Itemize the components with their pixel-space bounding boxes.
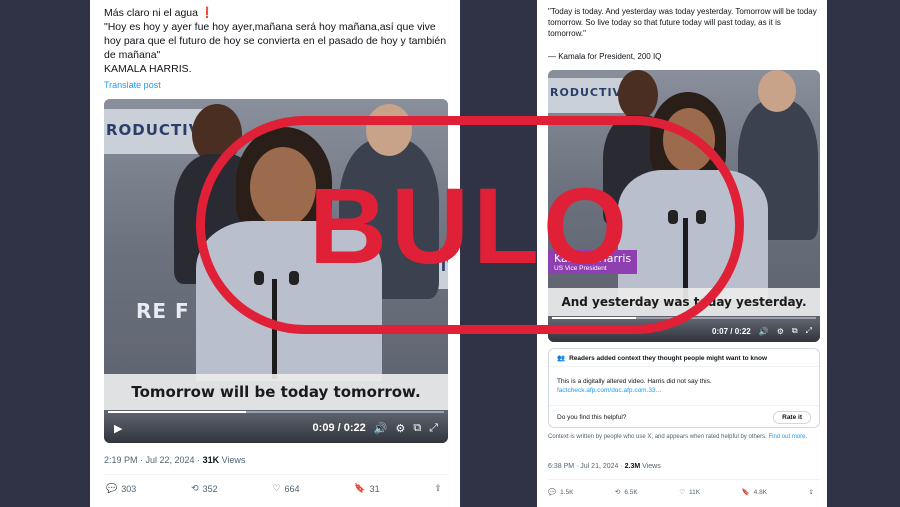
community-note-header: 👥 Readers added context they thought peop…	[549, 349, 819, 367]
bulo-stamp: BULO	[196, 116, 744, 334]
reply-button[interactable]: 💬 303	[106, 484, 136, 494]
repost-count: 6.5K	[624, 488, 638, 496]
helpful-question: Do you find this helpful?	[557, 414, 627, 421]
divider	[548, 479, 820, 480]
bookmark-button[interactable]: 🔖 31	[354, 484, 379, 494]
community-note-title: Readers added context they thought peopl…	[569, 355, 767, 362]
video-time: 0:09 / 0:22	[312, 422, 366, 434]
bookmark-icon: 🔖	[741, 488, 750, 496]
right-tweet-body: "Today is today. And yesterday was today…	[548, 6, 820, 62]
share-icon: ⇪	[434, 484, 442, 494]
translate-post-link[interactable]: Translate post	[104, 78, 454, 92]
context-disclaimer: Context is written by people who use X, …	[548, 433, 818, 441]
context-disclaimer-text: Context is written by people who use X, …	[548, 434, 769, 440]
repost-icon: ⟲	[614, 488, 621, 496]
community-note-text: This is a digitally altered video. Harri…	[557, 378, 712, 385]
play-icon[interactable]: ▶	[114, 422, 122, 435]
left-tweet-meta: 2:19 PM · Jul 22, 2024 · 31K Views	[104, 455, 245, 465]
rate-it-button[interactable]: Rate it	[773, 411, 811, 424]
reply-count: 1.5K	[560, 488, 574, 496]
reply-count: 303	[121, 484, 137, 494]
share-button[interactable]: ⇪	[809, 488, 818, 496]
video-controls: ▶ 0:09 / 0:22 🔊 ⚙ ⧉ ⤢	[104, 413, 448, 443]
fullscreen-icon[interactable]: ⤢	[429, 421, 438, 435]
like-button[interactable]: ♡ 664	[272, 484, 299, 494]
volume-icon[interactable]: 🔊	[374, 422, 388, 435]
community-note: 👥 Readers added context they thought peop…	[548, 348, 820, 428]
bookmark-icon: 🔖	[354, 484, 366, 494]
repost-button[interactable]: ⟲ 352	[191, 484, 218, 494]
repost-icon: ⟲	[191, 484, 199, 494]
fullscreen-icon[interactable]: ⤢	[806, 326, 812, 336]
like-count: 664	[284, 484, 300, 494]
right-tweet-quote: "Today is today. And yesterday was today…	[548, 7, 817, 38]
find-out-more-link[interactable]: Find out more.	[768, 434, 807, 440]
views-count: 2.3M	[624, 463, 641, 470]
community-note-footer: Do you find this helpful? Rate it	[549, 405, 819, 429]
right-tweet-actions: 💬 1.5K ⟲ 6.5K ♡ 11K 🔖 4.8K ⇪	[548, 488, 818, 496]
views-count: 31K	[202, 455, 220, 465]
community-note-link[interactable]: factcheck.afp.com/doc.afp.com.33...	[557, 386, 712, 395]
like-icon: ♡	[272, 484, 281, 494]
reply-icon: 💬	[106, 484, 118, 494]
video-time: 0:07 / 0:22	[712, 326, 751, 336]
left-tweet-text: Más claro ni el agua ❗ "Hoy es hoy y aye…	[104, 7, 447, 75]
background-person-head	[618, 70, 658, 120]
reply-button[interactable]: 💬 1.5K	[548, 488, 573, 496]
bookmark-button[interactable]: 🔖 4.8K	[742, 488, 767, 496]
like-button[interactable]: ♡ 11K	[679, 488, 700, 496]
share-icon: ⇪	[808, 488, 814, 496]
like-icon: ♡	[679, 488, 686, 496]
bookmark-count: 31	[369, 484, 380, 494]
views-label: Views	[219, 455, 246, 465]
views-label: Views	[640, 463, 661, 470]
right-tweet-meta: 6:38 PM · Jul 21, 2024 · 2.3M Views	[548, 463, 661, 470]
pip-icon[interactable]: ⧉	[792, 326, 798, 336]
repost-button[interactable]: ⟲ 6.5K	[615, 488, 638, 496]
bulo-stamp-text: BULO	[309, 164, 631, 286]
banner-text-lower: RE F	[136, 299, 190, 323]
like-count: 11K	[689, 488, 701, 496]
tweet-timestamp[interactable]: 2:19 PM · Jul 22, 2024 ·	[104, 455, 203, 465]
settings-icon[interactable]: ⚙	[395, 422, 405, 435]
community-icon: 👥	[557, 354, 566, 362]
tweet-timestamp[interactable]: 6:38 PM · Jul 21, 2024 ·	[548, 463, 625, 470]
left-tweet-body: Más claro ni el agua ❗ "Hoy es hoy y aye…	[104, 6, 454, 92]
settings-icon[interactable]: ⚙	[777, 327, 784, 336]
reply-icon: 💬	[548, 488, 557, 496]
divider	[104, 474, 448, 475]
background-man-head	[758, 70, 796, 112]
right-tweet-attribution: — Kamala for President, 200 IQ	[548, 52, 662, 61]
bookmark-count: 4.8K	[753, 488, 768, 496]
share-button[interactable]: ⇪	[434, 484, 446, 494]
pip-icon[interactable]: ⧉	[413, 421, 421, 435]
video-caption: Tomorrow will be today tomorrow.	[104, 374, 448, 410]
left-tweet-actions: 💬 303 ⟲ 352 ♡ 664 🔖 31 ⇪	[106, 484, 446, 494]
volume-icon[interactable]: 🔊	[759, 327, 769, 336]
community-note-body: This is a digitally altered video. Harri…	[557, 377, 712, 395]
repost-count: 352	[202, 484, 218, 494]
